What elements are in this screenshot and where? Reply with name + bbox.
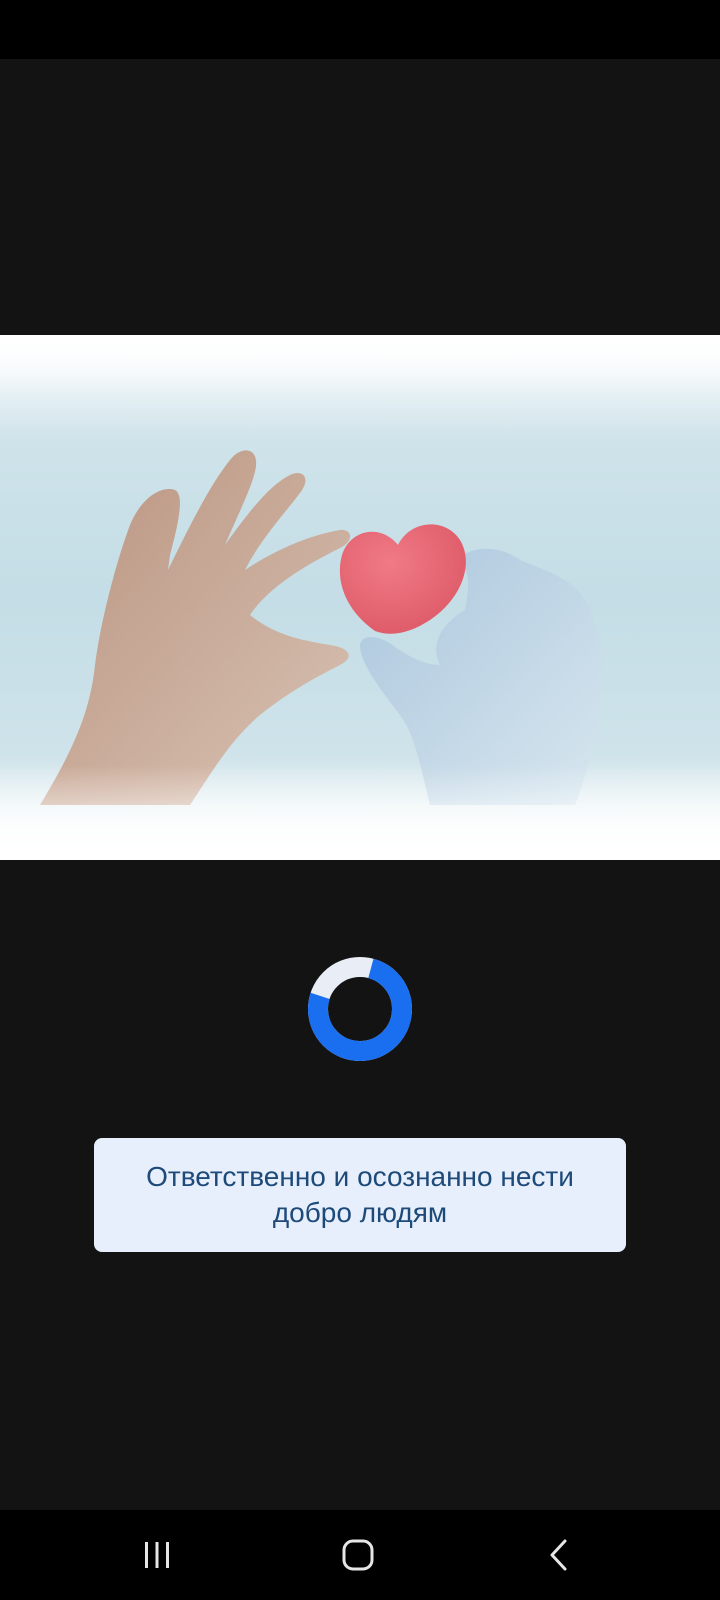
recent-apps-icon (145, 1542, 169, 1568)
message-text: Ответственно и осознанно нести добро люд… (146, 1161, 574, 1228)
recent-apps-button[interactable] (97, 1510, 217, 1600)
heart-shape (339, 524, 466, 634)
loading-spinner (307, 956, 413, 1062)
status-bar (0, 0, 720, 59)
back-button[interactable] (500, 1510, 620, 1600)
navigation-bar (0, 1510, 720, 1600)
home-button[interactable] (298, 1510, 418, 1600)
hands-holding-heart-image (0, 335, 720, 860)
message-card: Ответственно и осознанно нести добро люд… (94, 1138, 626, 1252)
back-icon (550, 1539, 567, 1571)
bare-hand-shape (40, 450, 351, 805)
home-icon (342, 1539, 374, 1571)
